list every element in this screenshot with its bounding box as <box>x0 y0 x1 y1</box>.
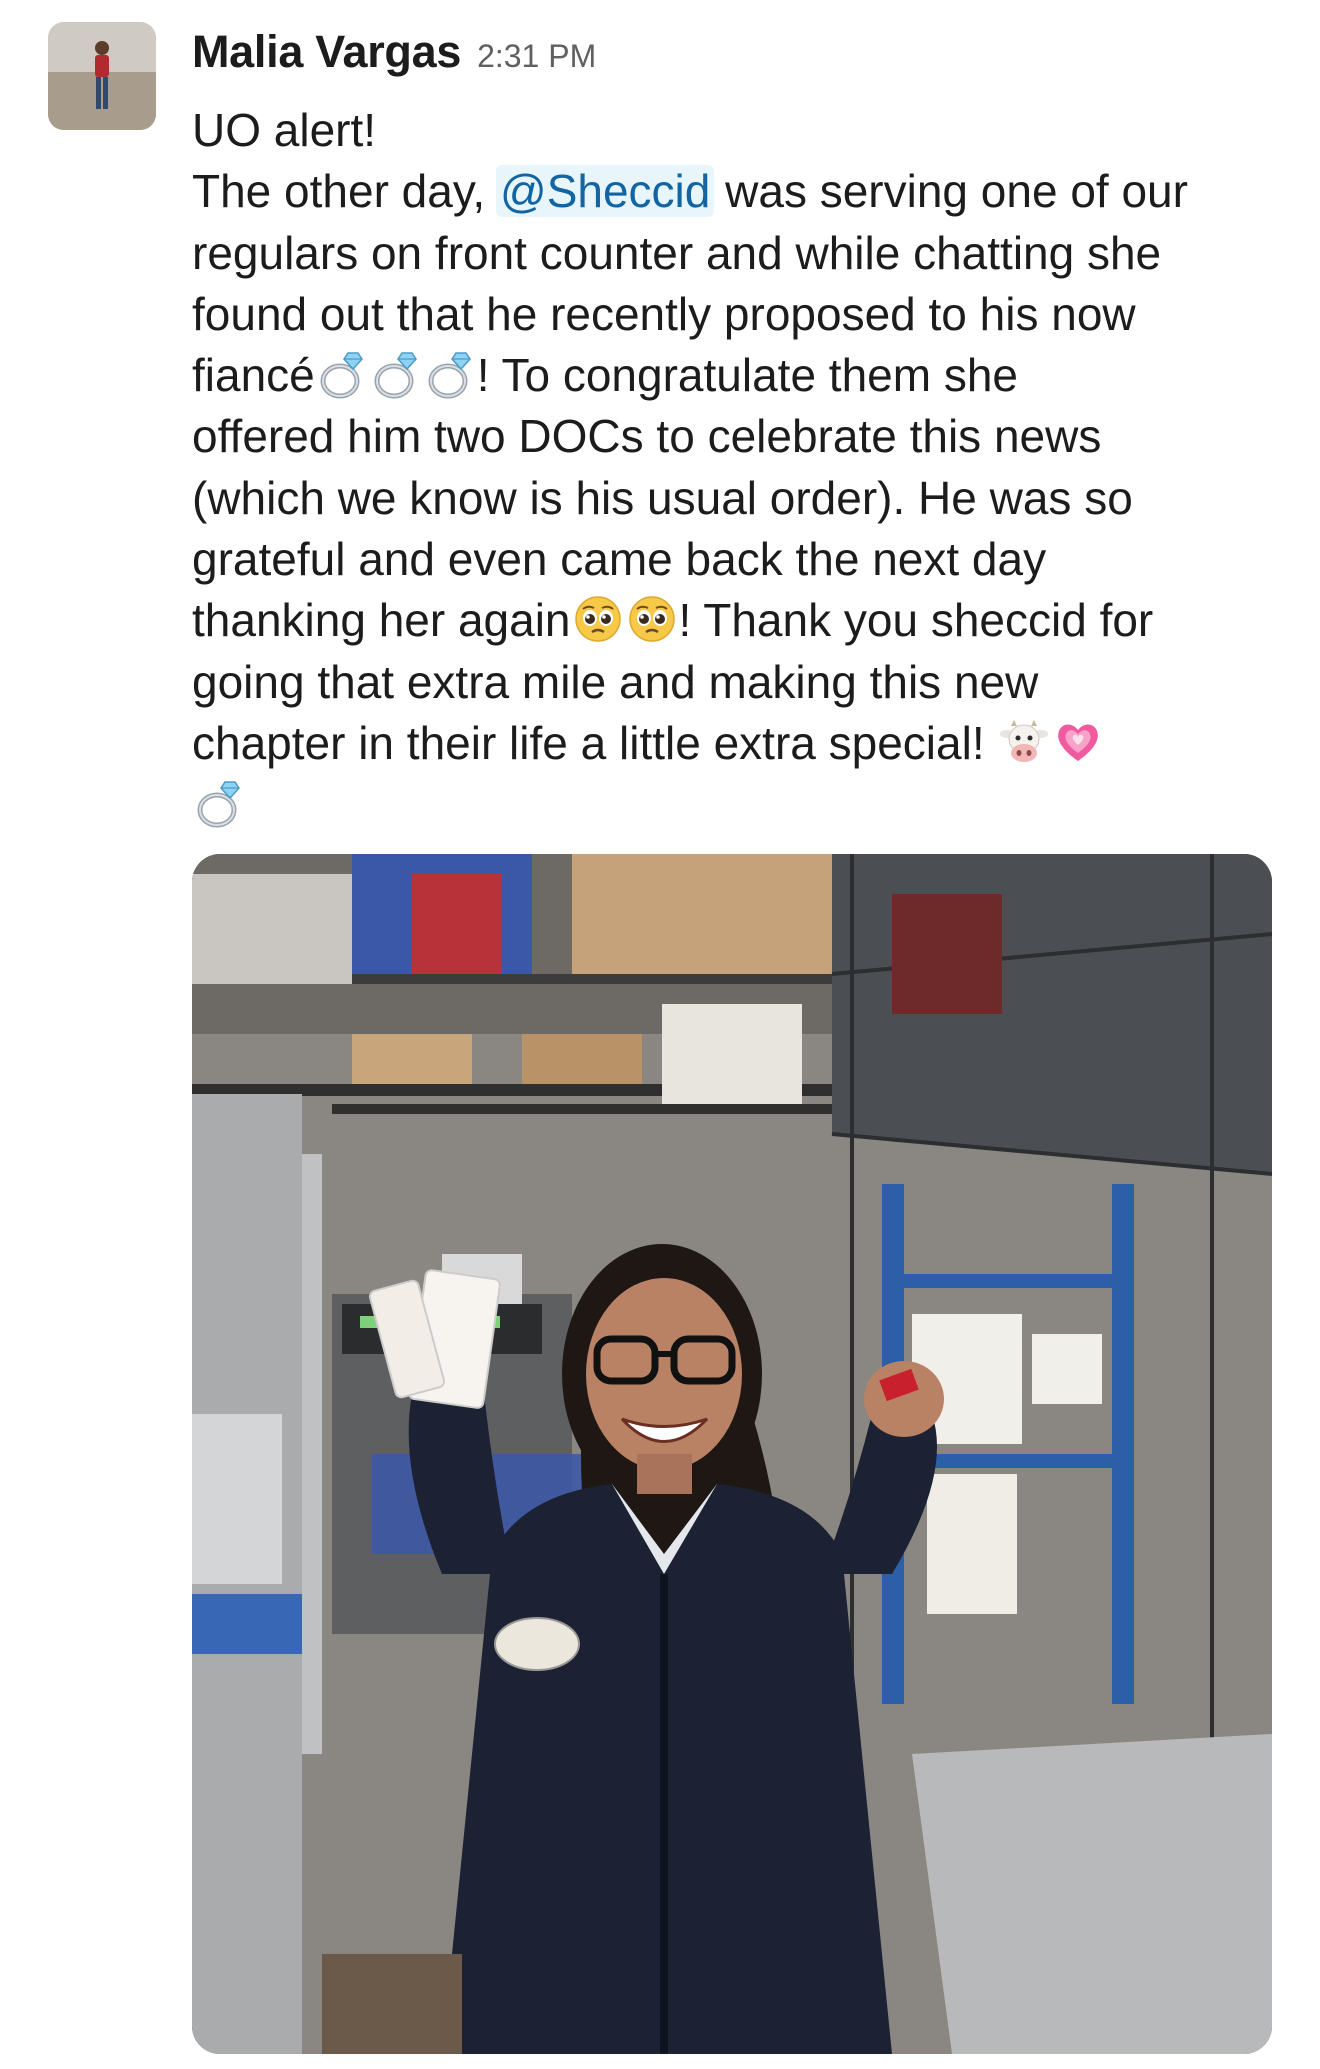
text-segment: fiancé <box>192 349 315 402</box>
text-segment: grateful and even came back the next day <box>192 533 1047 586</box>
text-segment: (which we know is his usual order). He w… <box>192 471 1133 524</box>
message-timestamp[interactable]: 2:31 PM <box>477 38 596 75</box>
ring-emoji-icon <box>317 349 367 399</box>
ring-emoji-icon <box>371 349 421 399</box>
message-line: (which we know is his usual order). He w… <box>192 468 1292 529</box>
message-line: regulars on front counter and while chat… <box>192 223 1292 284</box>
text-segment: regulars on front counter and while chat… <box>192 226 1162 279</box>
text-segment: ! Thank you sheccid for <box>678 594 1154 647</box>
message-body: UO alert! The other day, @Sheccid was se… <box>192 100 1292 836</box>
growing-heart-emoji-icon <box>1053 717 1103 767</box>
avatar-photo <box>48 22 156 130</box>
text-segment: chapter in their life a little extra spe… <box>192 716 998 769</box>
message-line: offered him two DOCs to celebrate this n… <box>192 406 1292 467</box>
message-line: fiancé ! To congratulate them she <box>192 345 1292 406</box>
photo-attachment[interactable] <box>192 854 1272 2054</box>
message-line: UO alert! <box>192 100 1292 161</box>
message-line: found out that he recently proposed to h… <box>192 284 1292 345</box>
text-segment: UO alert! <box>192 104 377 156</box>
photo-image <box>192 854 1272 2054</box>
user-mention[interactable]: @Sheccid <box>496 165 715 218</box>
message-line: grateful and even came back the next day <box>192 529 1292 590</box>
message-header: Malia Vargas 2:31 PM <box>192 26 596 86</box>
text-segment: found out that he recently proposed to h… <box>192 287 1136 340</box>
sender-avatar[interactable] <box>48 22 156 130</box>
message-line <box>192 774 1292 835</box>
ring-emoji-icon <box>425 349 475 399</box>
slack-message: Malia Vargas 2:31 PM UO alert! The other… <box>0 0 1320 2069</box>
text-segment: thanking her again <box>192 594 571 647</box>
text-segment: offered him two DOCs to celebrate this n… <box>192 410 1102 463</box>
message-line: chapter in their life a little extra spe… <box>192 713 1292 774</box>
text-segment: was serving one of our <box>712 165 1188 218</box>
pleading-face-emoji-icon <box>573 594 623 644</box>
message-line: thanking her again ! Thank you sheccid fo… <box>192 590 1292 651</box>
cow-face-emoji-icon <box>999 717 1049 767</box>
text-segment: going that extra mile and making this ne… <box>192 655 1039 708</box>
text-segment: The other day, <box>192 165 498 218</box>
message-line: The other day, @Sheccid was serving one … <box>192 161 1292 222</box>
text-segment: ! To congratulate them she <box>476 349 1019 402</box>
message-line: going that extra mile and making this ne… <box>192 652 1292 713</box>
ring-emoji-icon <box>194 778 244 828</box>
pleading-face-emoji-icon <box>627 594 677 644</box>
sender-name[interactable]: Malia Vargas <box>192 26 461 78</box>
